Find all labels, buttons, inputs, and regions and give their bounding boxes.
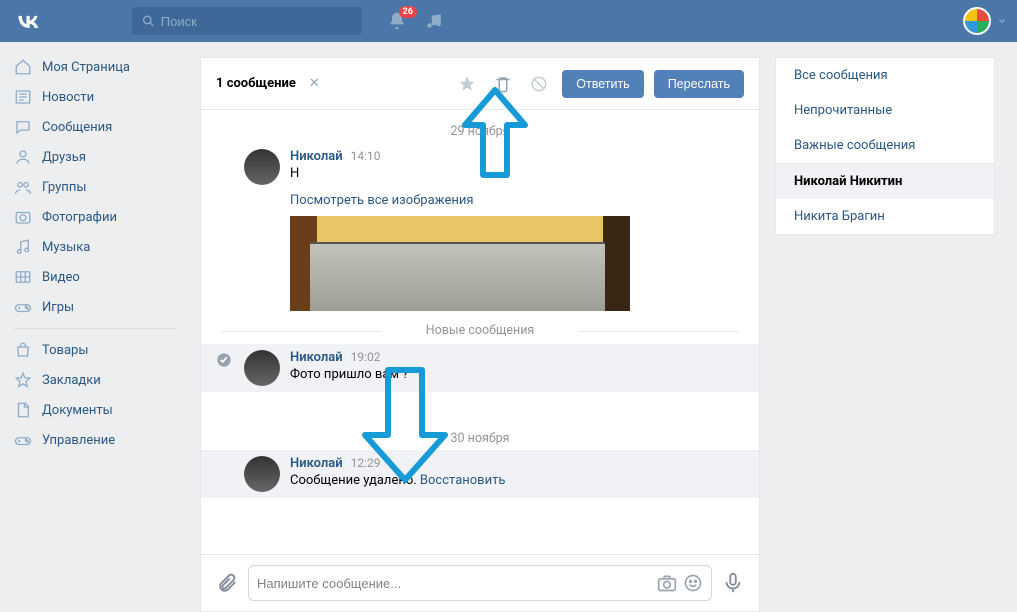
sender-name[interactable]: Николай xyxy=(290,350,343,365)
nav-label: Друзья xyxy=(42,150,86,165)
nav-star[interactable]: Закладки xyxy=(0,365,190,395)
star-icon xyxy=(14,371,32,389)
filter-item[interactable]: Непрочитанные xyxy=(776,93,994,128)
avatar[interactable] xyxy=(244,149,280,185)
new-messages-separator: Новые сообщения xyxy=(201,317,759,344)
restore-link[interactable]: Восстановить xyxy=(420,473,506,488)
image-attachment[interactable] xyxy=(290,216,630,311)
nav-games[interactable]: Игры xyxy=(0,292,190,322)
search-box[interactable] xyxy=(132,7,362,35)
right-panel: Все сообщенияНепрочитанныеВажные сообщен… xyxy=(775,57,995,235)
filter-item[interactable]: Все сообщения xyxy=(776,58,994,93)
filter-item[interactable]: Важные сообщения xyxy=(776,128,994,163)
message-selected[interactable]: Николай 19:02 Фото пришло вам ? xyxy=(201,344,759,392)
nav-gamepad[interactable]: Управление xyxy=(0,425,190,455)
nav-video[interactable]: Видео xyxy=(0,262,190,292)
camera-icon[interactable] xyxy=(657,573,677,593)
doc-icon xyxy=(14,401,32,419)
chat-footer xyxy=(201,554,759,611)
nav-label: Товары xyxy=(42,343,88,358)
spam-button[interactable] xyxy=(526,71,552,97)
nav-news[interactable]: Новости xyxy=(0,82,190,112)
vk-logo-icon[interactable] xyxy=(14,7,42,35)
star-button[interactable] xyxy=(454,71,480,97)
avatar xyxy=(963,7,991,35)
music-icon[interactable] xyxy=(425,12,443,30)
msg-icon xyxy=(14,118,32,136)
gamepad-icon xyxy=(14,431,32,449)
mic-icon[interactable] xyxy=(722,572,744,594)
sender-name[interactable]: Николай xyxy=(290,149,343,164)
news-icon xyxy=(14,88,32,106)
msg-text: Сообщение удалено. Восстановить xyxy=(290,473,744,488)
message-deleted[interactable]: Николай 12:29 Сообщение удалено. Восстано… xyxy=(201,450,759,498)
music-icon xyxy=(14,238,32,256)
top-header: 26 xyxy=(0,0,1017,42)
nav-label: Фотографии xyxy=(42,210,117,225)
search-icon xyxy=(142,14,155,28)
nav-label: Видео xyxy=(42,270,80,285)
avatar[interactable] xyxy=(244,350,280,386)
nav-label: Закладки xyxy=(42,373,101,388)
attach-icon[interactable] xyxy=(216,572,238,594)
nav-label: Управление xyxy=(42,433,115,448)
video-icon xyxy=(14,268,32,286)
nav-home[interactable]: Моя Страница xyxy=(0,52,190,82)
chevron-down-icon xyxy=(997,16,1007,26)
nav-label: Группы xyxy=(42,180,86,195)
nav-music[interactable]: Музыка xyxy=(0,232,190,262)
notifications-button[interactable]: 26 xyxy=(387,11,407,31)
nav-label: Моя Страница xyxy=(42,60,130,75)
message-input-wrap[interactable] xyxy=(248,565,712,601)
nav-label: Новости xyxy=(42,90,94,105)
nav-bag[interactable]: Товары xyxy=(0,335,190,365)
profile-menu[interactable] xyxy=(963,7,1007,35)
emoji-icon[interactable] xyxy=(683,573,703,593)
avatar[interactable] xyxy=(244,456,280,492)
photo-icon xyxy=(14,208,32,226)
chat-body: 29 ноября Николай 14:10 Н Посмотреть все … xyxy=(201,110,759,554)
view-all-images-link[interactable]: Посмотреть все изображения xyxy=(290,193,744,208)
forward-button[interactable]: Переслать xyxy=(654,70,744,98)
chat-panel: 1 сообщение ✕ Ответить Переслать 29 нояб… xyxy=(200,57,760,612)
msg-time: 12:29 xyxy=(351,456,381,470)
filter-item[interactable]: Николай Никитин xyxy=(776,164,994,199)
chat-header: 1 сообщение ✕ Ответить Переслать xyxy=(201,58,759,110)
check-icon xyxy=(216,350,234,386)
message-input[interactable] xyxy=(257,576,657,591)
left-sidebar: Моя Страница Новости Сообщения Друзья Группы… xyxy=(0,42,190,610)
nav-label: Сообщения xyxy=(42,120,112,135)
reply-button[interactable]: Ответить xyxy=(562,70,643,98)
selection-count: 1 сообщение xyxy=(216,76,296,91)
nav-photo[interactable]: Фотографии xyxy=(0,202,190,232)
message[interactable]: Николай 14:10 Н Посмотреть все изображени… xyxy=(201,143,759,317)
search-input[interactable] xyxy=(161,14,352,29)
home-icon xyxy=(14,58,32,76)
msg-text: Н xyxy=(290,166,744,181)
nav-label: Документы xyxy=(42,403,113,418)
date-separator: 29 ноября xyxy=(201,120,759,143)
nav-friends[interactable]: Друзья xyxy=(0,142,190,172)
bag-icon xyxy=(14,341,32,359)
msg-time: 19:02 xyxy=(351,350,381,364)
nav-label: Игры xyxy=(42,300,74,315)
notif-badge: 26 xyxy=(399,6,417,18)
sender-name[interactable]: Николай xyxy=(290,456,343,471)
games-icon xyxy=(14,298,32,316)
filter-item[interactable]: Никита Брагин xyxy=(776,199,994,234)
delete-button[interactable] xyxy=(490,71,516,97)
msg-text: Фото пришло вам ? xyxy=(290,367,744,382)
nav-groups[interactable]: Группы xyxy=(0,172,190,202)
msg-time: 14:10 xyxy=(351,149,381,163)
nav-doc[interactable]: Документы xyxy=(0,395,190,425)
date-separator: 30 ноября xyxy=(201,427,759,450)
nav-msg[interactable]: Сообщения xyxy=(0,112,190,142)
nav-label: Музыка xyxy=(42,240,90,255)
friends-icon xyxy=(14,148,32,166)
clear-selection-button[interactable]: ✕ xyxy=(306,76,323,91)
groups-icon xyxy=(14,178,32,196)
